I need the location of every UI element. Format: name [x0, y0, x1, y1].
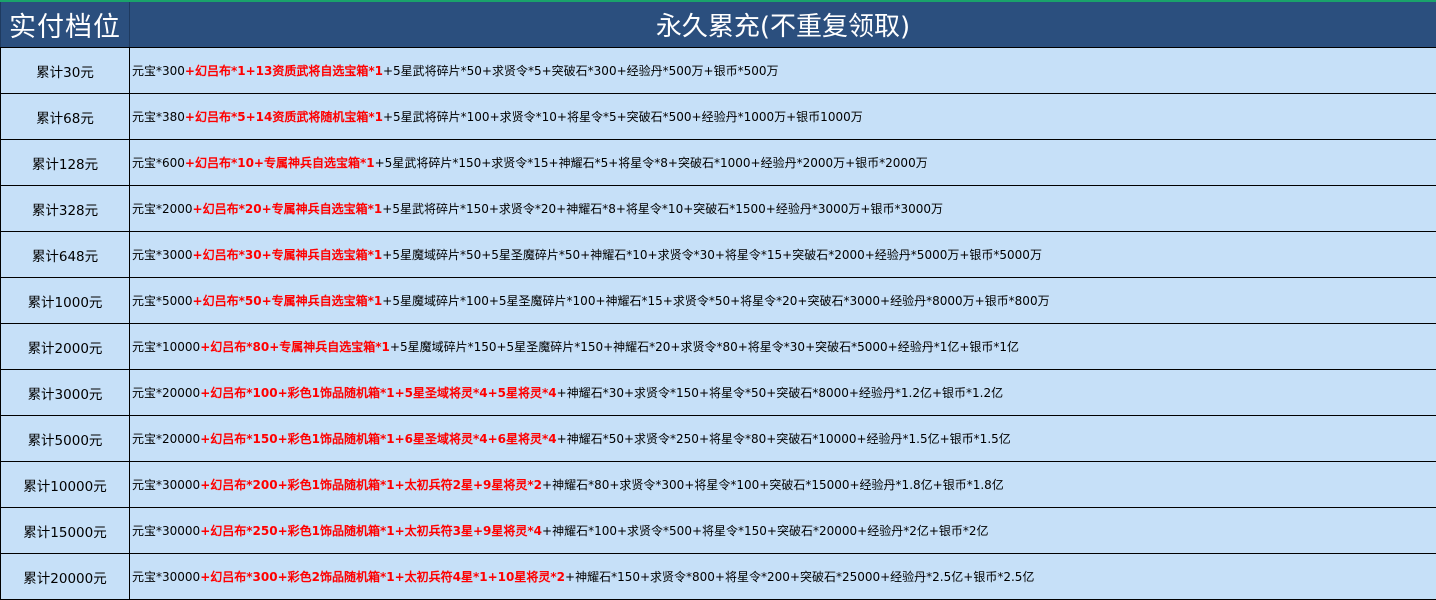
table-row: 累计648元 元宝*3000+幻吕布*30+专属神兵自选宝箱*1+5星魔域碎片*5… — [0, 231, 1436, 278]
base-reward-text: 元宝*380 — [132, 110, 185, 124]
table-row: 累计2000元 元宝*10000+幻吕布*80+专属神兵自选宝箱*1+5星魔域碎片… — [0, 323, 1436, 370]
table-row: 累计10000元 元宝*30000+幻吕布*200+彩色1饰品随机箱*1+太初兵符… — [0, 461, 1436, 508]
rewards-cell: 元宝*30000+幻吕布*200+彩色1饰品随机箱*1+太初兵符2星+9星将灵*… — [129, 461, 1436, 508]
extra-reward-text: +5星魔域碎片*150+5星圣魔碎片*150+神耀石*20+求贤令*80+将星令… — [389, 340, 1020, 354]
table-row: 累计328元 元宝*2000+幻吕布*20+专属神兵自选宝箱*1+5星武将碎片*1… — [0, 185, 1436, 232]
rewards-cell: 元宝*300+幻吕布*1+13资质武将自选宝箱*1+5星武将碎片*50+求贤令*… — [129, 47, 1436, 94]
rewards-cell: 元宝*20000+幻吕布*150+彩色1饰品随机箱*1+6星圣域将灵*4+6星将… — [129, 415, 1436, 462]
table-row: 累计5000元 元宝*20000+幻吕布*150+彩色1饰品随机箱*1+6星圣域将… — [0, 415, 1436, 462]
rewards-cell: 元宝*600+幻吕布*10+专属神兵自选宝箱*1+5星武将碎片*150+求贤令*… — [129, 139, 1436, 186]
extra-reward-text: +神耀石*150+求贤令*800+将星令*200+突破石*25000+经验丹*2… — [565, 570, 1035, 584]
base-reward-text: 元宝*20000 — [132, 432, 201, 446]
rewards-cell: 元宝*2000+幻吕布*20+专属神兵自选宝箱*1+5星武将碎片*150+求贤令… — [129, 185, 1436, 232]
tier-cell: 累计5000元 — [0, 415, 130, 462]
tier-cell: 累计3000元 — [0, 369, 130, 416]
rewards-cell: 元宝*5000+幻吕布*50+专属神兵自选宝箱*1+5星魔域碎片*100+5星圣… — [129, 277, 1436, 324]
tier-cell: 累计128元 — [0, 139, 130, 186]
tier-cell: 累计2000元 — [0, 323, 130, 370]
tier-cell: 累计30元 — [0, 47, 130, 94]
base-reward-text: 元宝*2000 — [132, 202, 193, 216]
table-row: 累计128元 元宝*600+幻吕布*10+专属神兵自选宝箱*1+5星武将碎片*15… — [0, 139, 1436, 186]
table-row: 累计1000元 元宝*5000+幻吕布*50+专属神兵自选宝箱*1+5星魔域碎片*… — [0, 277, 1436, 324]
base-reward-text: 元宝*300 — [132, 64, 185, 78]
reward-rows: 累计30元 元宝*300+幻吕布*1+13资质武将自选宝箱*1+5星武将碎片*50… — [0, 47, 1436, 600]
highlight-reward-text: +幻吕布*150+彩色1饰品随机箱*1+6星圣域将灵*4+6星将灵*4 — [200, 432, 557, 446]
tier-cell: 累计328元 — [0, 185, 130, 232]
extra-reward-text: +5星武将碎片*100+求贤令*10+将星令*5+突破石*500+经验丹*100… — [382, 110, 863, 124]
table-row: 累计20000元 元宝*30000+幻吕布*300+彩色2饰品随机箱*1+太初兵符… — [0, 553, 1436, 600]
highlight-reward-text: +幻吕布*10+专属神兵自选宝箱*1 — [184, 156, 375, 170]
top-accent-line — [0, 0, 1436, 2]
highlight-reward-text: +幻吕布*30+专属神兵自选宝箱*1 — [192, 248, 383, 262]
reward-table: 实付档位 永久累充(不重复领取) 累计30元 元宝*300+幻吕布*1+13资质武… — [0, 0, 1436, 600]
highlight-reward-text: +幻吕布*100+彩色1饰品随机箱*1+5星圣域将灵*4+5星将灵*4 — [200, 386, 557, 400]
rewards-cell: 元宝*20000+幻吕布*100+彩色1饰品随机箱*1+5星圣域将灵*4+5星将… — [129, 369, 1436, 416]
base-reward-text: 元宝*30000 — [132, 570, 201, 584]
extra-reward-text: +神耀石*80+求贤令*300+将星令*100+突破石*15000+经验丹*1.… — [542, 478, 1004, 492]
extra-reward-text: +神耀石*100+求贤令*500+将星令*150+突破石*20000+经验丹*2… — [542, 524, 989, 538]
highlight-reward-text: +幻吕布*80+专属神兵自选宝箱*1 — [200, 340, 390, 354]
highlight-reward-text: +幻吕布*5+14资质武将随机宝箱*1 — [184, 110, 383, 124]
base-reward-text: 元宝*10000 — [132, 340, 201, 354]
extra-reward-text: +神耀石*50+求贤令*250+将星令*80+突破石*10000+经验丹*1.5… — [556, 432, 1011, 446]
highlight-reward-text: +幻吕布*50+专属神兵自选宝箱*1 — [192, 294, 383, 308]
highlight-reward-text: +幻吕布*20+专属神兵自选宝箱*1 — [192, 202, 383, 216]
table-row: 累计3000元 元宝*20000+幻吕布*100+彩色1饰品随机箱*1+5星圣域将… — [0, 369, 1436, 416]
tier-cell: 累计1000元 — [0, 277, 130, 324]
header-row: 实付档位 永久累充(不重复领取) — [0, 0, 1436, 48]
header-rewards: 永久累充(不重复领取) — [129, 0, 1436, 48]
highlight-reward-text: +幻吕布*300+彩色2饰品随机箱*1+太初兵符4星*1+10星将灵*2 — [200, 570, 566, 584]
rewards-cell: 元宝*10000+幻吕布*80+专属神兵自选宝箱*1+5星魔域碎片*150+5星… — [129, 323, 1436, 370]
base-reward-text: 元宝*3000 — [132, 248, 193, 262]
highlight-reward-text: +幻吕布*1+13资质武将自选宝箱*1 — [184, 64, 383, 78]
tier-cell: 累计20000元 — [0, 553, 130, 600]
rewards-cell: 元宝*30000+幻吕布*300+彩色2饰品随机箱*1+太初兵符4星*1+10星… — [129, 553, 1436, 600]
extra-reward-text: +5星武将碎片*150+求贤令*15+神耀石*5+将星令*8+突破石*1000+… — [374, 156, 928, 170]
highlight-reward-text: +幻吕布*200+彩色1饰品随机箱*1+太初兵符2星+9星将灵*2 — [200, 478, 543, 492]
base-reward-text: 元宝*30000 — [132, 524, 201, 538]
extra-reward-text: +5星武将碎片*50+求贤令*5+突破石*300+经验丹*500万+银币*500… — [382, 64, 779, 78]
extra-reward-text: +神耀石*30+求贤令*150+将星令*50+突破石*8000+经验丹*1.2亿… — [556, 386, 1004, 400]
rewards-cell: 元宝*3000+幻吕布*30+专属神兵自选宝箱*1+5星魔域碎片*50+5星圣魔… — [129, 231, 1436, 278]
table-row: 累计15000元 元宝*30000+幻吕布*250+彩色1饰品随机箱*1+太初兵符… — [0, 507, 1436, 554]
tier-cell: 累计648元 — [0, 231, 130, 278]
extra-reward-text: +5星魔域碎片*100+5星圣魔碎片*100+神耀石*15+求贤令*50+将星令… — [382, 294, 1050, 308]
tier-cell: 累计15000元 — [0, 507, 130, 554]
base-reward-text: 元宝*5000 — [132, 294, 193, 308]
rewards-cell: 元宝*30000+幻吕布*250+彩色1饰品随机箱*1+太初兵符3星+9星将灵*… — [129, 507, 1436, 554]
table-row: 累计30元 元宝*300+幻吕布*1+13资质武将自选宝箱*1+5星武将碎片*50… — [0, 47, 1436, 94]
highlight-reward-text: +幻吕布*250+彩色1饰品随机箱*1+太初兵符3星+9星将灵*4 — [200, 524, 543, 538]
table-row: 累计68元 元宝*380+幻吕布*5+14资质武将随机宝箱*1+5星武将碎片*10… — [0, 93, 1436, 140]
rewards-cell: 元宝*380+幻吕布*5+14资质武将随机宝箱*1+5星武将碎片*100+求贤令… — [129, 93, 1436, 140]
extra-reward-text: +5星武将碎片*150+求贤令*20+神耀石*8+将星令*10+突破石*1500… — [382, 202, 943, 216]
recharge-reward-sheet: 实付档位 永久累充(不重复领取) 累计30元 元宝*300+幻吕布*1+13资质武… — [0, 0, 1436, 600]
header-tier: 实付档位 — [0, 0, 130, 48]
base-reward-text: 元宝*30000 — [132, 478, 201, 492]
base-reward-text: 元宝*600 — [132, 156, 185, 170]
base-reward-text: 元宝*20000 — [132, 386, 201, 400]
tier-cell: 累计10000元 — [0, 461, 130, 508]
tier-cell: 累计68元 — [0, 93, 130, 140]
extra-reward-text: +5星魔域碎片*50+5星圣魔碎片*50+神耀石*10+求贤令*30+将星令*1… — [382, 248, 1042, 262]
